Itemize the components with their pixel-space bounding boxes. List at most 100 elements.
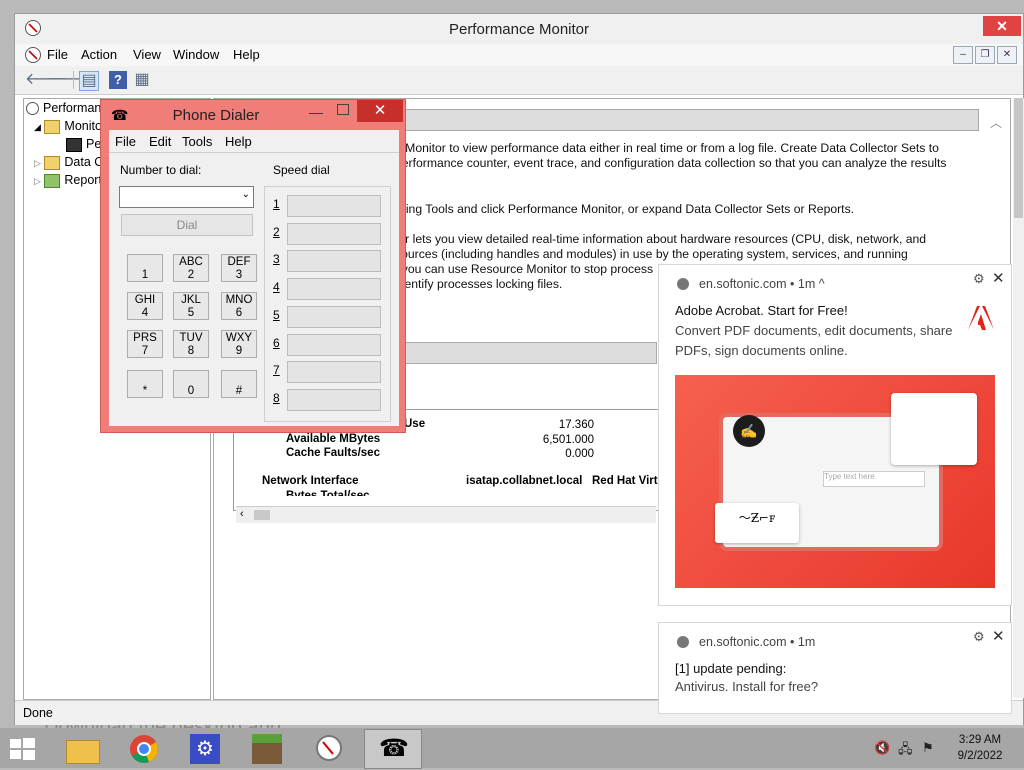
mdi-restore-button[interactable]: ❐: [975, 46, 995, 64]
speed-dial-label: Speed dial: [273, 163, 330, 177]
key-0-button[interactable]: 0: [173, 370, 209, 398]
desc-line: e Monitor to view performance data eithe…: [395, 141, 939, 155]
menu-help[interactable]: Help: [233, 47, 260, 62]
forward-arrow-icon[interactable]: 🡒: [47, 71, 90, 89]
close-icon[interactable]: ✕: [992, 269, 1005, 287]
speaker-muted-icon[interactable]: 🔇: [874, 740, 890, 756]
speed-dial-button[interactable]: [287, 361, 381, 384]
key-8-button[interactable]: TUV 8: [173, 330, 209, 358]
cache-faults-label: Cache Faults/sec: [286, 447, 380, 459]
ad-image[interactable]: Type text here ✍ 〜Ƶ⌐ꜰ: [675, 375, 995, 588]
close-button[interactable]: ✕: [357, 100, 403, 122]
network-interface-label: Network Interface: [262, 475, 359, 487]
key-2-button[interactable]: ABC 2: [173, 254, 209, 282]
key-1-button[interactable]: 1: [127, 254, 163, 282]
key-letters: [174, 372, 208, 385]
notif-body: Antivirus. Install for free?: [675, 679, 819, 694]
help-icon[interactable]: ?: [109, 71, 127, 89]
key-hash-button[interactable]: #: [221, 370, 257, 398]
dial-button[interactable]: Dial: [121, 214, 253, 236]
phone-dialer-taskbar-icon[interactable]: ☎: [364, 729, 422, 769]
action-center-icon[interactable]: ⚑: [922, 740, 934, 756]
clock-date[interactable]: 9/2/2022: [956, 750, 1004, 762]
clock-time[interactable]: 3:29 AM: [956, 734, 1004, 746]
key-digit: 7: [141, 345, 149, 357]
scroll-up-icon[interactable]: ︿: [990, 114, 1002, 131]
windows-start-icon[interactable]: [8, 736, 36, 762]
close-button[interactable]: ✕: [983, 16, 1021, 36]
tree-item-monitoring-tools[interactable]: ◢ Monito: [34, 119, 102, 134]
scroll-thumb[interactable]: [1014, 98, 1023, 218]
reports-icon: [44, 173, 61, 188]
speed-dial-button[interactable]: [287, 250, 381, 273]
mdi-minimize-button[interactable]: –: [953, 46, 973, 64]
key-7-button[interactable]: PRS 7: [127, 330, 163, 358]
signature-card: 〜Ƶ⌐ꜰ: [715, 503, 799, 543]
menu-action[interactable]: Action: [81, 47, 117, 62]
speed-dial-button[interactable]: [287, 305, 381, 328]
back-arrow-icon[interactable]: 🡐: [25, 71, 68, 89]
menu-file[interactable]: File: [47, 47, 68, 62]
perfmon-taskbar-icon[interactable]: [302, 729, 358, 767]
speed-dial-button[interactable]: [287, 195, 381, 217]
title-bar[interactable]: Performance Monitor ✕: [15, 14, 1023, 44]
vertical-scrollbar[interactable]: [1013, 98, 1024, 698]
scroll-thumb[interactable]: [254, 510, 270, 520]
show-hide-tree-icon[interactable]: ▤: [79, 71, 99, 91]
properties-icon[interactable]: ▦: [133, 71, 151, 89]
dialer-title-bar[interactable]: ☎ Phone Dialer — ✕: [101, 100, 405, 130]
chrome-taskbar-icon[interactable]: [116, 729, 172, 767]
scroll-left-icon[interactable]: ‹: [240, 508, 244, 520]
tree-item-performance-monitor[interactable]: Pe: [66, 137, 101, 152]
speed-dial-group: 1 2 3 4 5 6 7 8: [264, 186, 391, 422]
perfmon-icon: [26, 102, 39, 116]
number-combo[interactable]: ⌄: [119, 186, 254, 208]
adobe-logo-icon: [967, 305, 995, 331]
key-4-button[interactable]: GHI 4: [127, 292, 163, 320]
key-star-button[interactable]: *: [127, 370, 163, 398]
menu-tools[interactable]: Tools: [182, 134, 212, 149]
gear-icon[interactable]: ⚙: [973, 629, 985, 645]
mdi-close-button[interactable]: ✕: [997, 46, 1017, 64]
minimize-button[interactable]: —: [309, 104, 323, 120]
file-explorer-icon[interactable]: [54, 729, 110, 767]
speed-dial-button[interactable]: [287, 333, 381, 356]
menu-edit[interactable]: Edit: [149, 134, 171, 149]
notif-site: en.softonic.com • 1m: [699, 635, 816, 649]
key-digit: 9: [235, 345, 243, 357]
tree-item-performance[interactable]: Performan: [26, 101, 101, 116]
key-6-button[interactable]: MNO 6: [221, 292, 257, 320]
chevron-down-icon[interactable]: ⌄: [242, 189, 250, 200]
tree-label: Pe: [86, 137, 102, 151]
type-text-field: Type text here: [823, 471, 925, 487]
key-5-button[interactable]: JKL 5: [173, 292, 209, 320]
menu-file[interactable]: File: [115, 134, 136, 149]
key-9-button[interactable]: WXY 9: [221, 330, 257, 358]
status-text: Done: [23, 706, 53, 720]
tree-item-reports[interactable]: ▷ Report: [34, 173, 102, 188]
sign-icon: ✍: [733, 415, 765, 447]
settings-taskbar-icon[interactable]: ⚙: [178, 729, 234, 767]
tree-item-data-collector-sets[interactable]: ▷ Data C: [34, 155, 103, 170]
speed-dial-button[interactable]: [287, 222, 381, 245]
notification-antivirus[interactable]: en.softonic.com • 1m ⚙ ✕ [1] update pend…: [658, 622, 1012, 714]
speed-dial-button[interactable]: [287, 388, 381, 411]
minecraft-taskbar-icon[interactable]: [240, 729, 296, 767]
gear-icon[interactable]: ⚙: [973, 271, 985, 287]
network-adapter-label: Red Hat VirtI: [592, 475, 661, 487]
close-icon[interactable]: ✕: [992, 627, 1005, 645]
menu-card: [891, 393, 977, 465]
horizontal-scrollbar[interactable]: ‹: [236, 506, 656, 523]
network-icon[interactable]: 🖧: [898, 740, 913, 762]
notification-acrobat[interactable]: en.softonic.com • 1m ^ ⚙ ✕ Adobe Acrobat…: [658, 264, 1012, 606]
menu-window[interactable]: Window: [173, 47, 219, 62]
notif-body: Convert PDF documents, edit documents, s…: [675, 323, 953, 358]
key-3-button[interactable]: DEF 3: [221, 254, 257, 282]
menu-help[interactable]: Help: [225, 134, 252, 149]
key-digit: 8: [187, 345, 195, 357]
menu-view[interactable]: View: [133, 47, 161, 62]
speed-dial-button[interactable]: [287, 278, 381, 301]
time-text: 1m: [797, 635, 816, 649]
maximize-button[interactable]: [337, 104, 349, 115]
key-letters: WXY: [225, 332, 253, 344]
